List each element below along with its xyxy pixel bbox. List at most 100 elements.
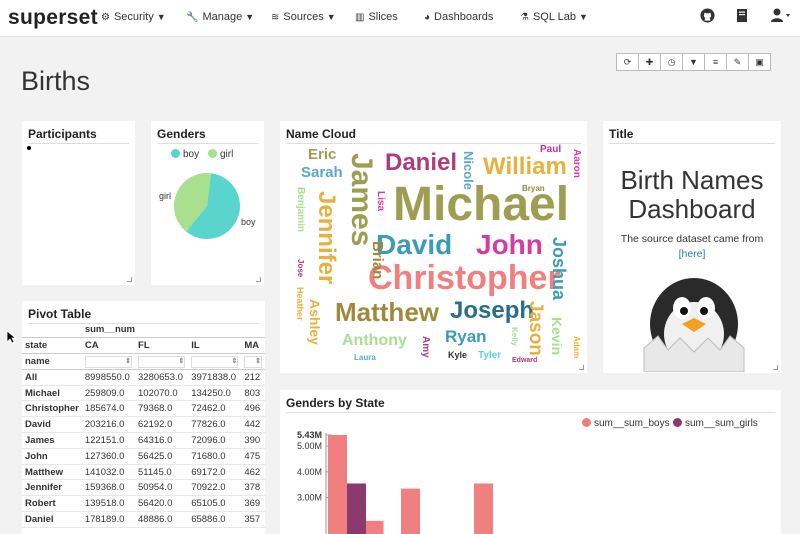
cloud-word: Benjamin <box>295 187 306 233</box>
edit-icon[interactable]: ✎ <box>726 53 749 71</box>
nav-dashboards[interactable]: ◕ Dashboards <box>424 11 493 23</box>
cell: 442 <box>241 416 265 434</box>
table-row: Christopher 185674.0 79368.0 72462.0 496 <box>22 400 265 418</box>
cloud-word: John <box>476 229 543 260</box>
bar-boys[interactable] <box>474 483 493 534</box>
cloud-word: Matthew <box>335 297 439 327</box>
cloud-word: David <box>376 229 453 260</box>
cell: 122151.0 <box>81 432 136 449</box>
row-name: Matthew <box>22 464 82 481</box>
cell: 462 <box>241 464 265 481</box>
genders-by-state-title: Genders by State <box>286 396 775 413</box>
source-link[interactable]: [here] <box>604 248 780 260</box>
bullet-marker <box>27 146 31 150</box>
cloud-word: Heather <box>295 287 305 321</box>
save-icon[interactable]: ▣ <box>748 53 771 71</box>
cell: 378 <box>241 479 265 497</box>
chevron-down-icon: ▼ <box>578 12 588 22</box>
cloud-word: Jose <box>296 259 305 278</box>
nav-sources[interactable]: ≋ Sources ▼ <box>271 11 336 23</box>
cloud-word: Anthony <box>342 332 407 349</box>
brand-logo[interactable]: superset <box>8 6 98 30</box>
dashboard-icon: ◕ <box>424 12 431 23</box>
cell: 390 <box>241 432 265 449</box>
pivot-row-header-row: name ⇕ ⇕ ⇕ ⇕ <box>22 353 265 370</box>
pivot-col-ca[interactable]: CA <box>81 337 136 355</box>
bar-girls[interactable] <box>347 483 366 534</box>
pivot-row-header-label: name <box>22 353 82 370</box>
pivot-col-ma[interactable]: MA <box>241 337 265 355</box>
legend-label: boy <box>183 149 200 160</box>
legend-label: girl <box>220 149 234 160</box>
cloud-word: Amy <box>420 336 431 358</box>
bar-boys[interactable] <box>364 520 384 534</box>
clock-icon[interactable]: ◷ <box>660 53 683 71</box>
nav-security[interactable]: ⚙ Security ▼ <box>101 11 166 23</box>
wrench-icon: 🔧 <box>186 12 199 23</box>
row-name: Robert <box>22 495 82 513</box>
cell: 139518.0 <box>81 495 136 513</box>
bar-boys[interactable] <box>328 435 347 534</box>
cell: 77826.0 <box>188 416 242 434</box>
cell: 8998550.0 <box>81 369 136 386</box>
pivot-col-header-label: state <box>22 337 82 355</box>
cloud-word: Paul <box>540 144 562 155</box>
cell: 48886.0 <box>135 511 189 528</box>
pivot-col-il[interactable]: IL <box>188 337 242 355</box>
css-icon[interactable]: ≡ <box>704 53 727 71</box>
cell: 50954.0 <box>135 479 189 497</box>
table-row: John 127360.0 56425.0 71680.0 475 <box>22 448 265 465</box>
legend-item-boy[interactable]: boy <box>171 149 199 160</box>
user-icon[interactable] <box>771 8 791 26</box>
sort-icon[interactable]: ⇕ <box>84 355 133 368</box>
penguin-mascot-icon <box>643 278 745 372</box>
cloud-word: Nicole <box>461 151 476 191</box>
refresh-icon[interactable]: ⟳ <box>616 53 639 71</box>
nav-sql-lab[interactable]: ⚗ SQL Lab ▼ <box>520 11 588 23</box>
resize-handle[interactable] <box>256 277 261 282</box>
genders-title: Genders <box>157 127 258 144</box>
resize-handle[interactable] <box>127 277 132 282</box>
filter-icon[interactable]: ▼ <box>682 53 705 71</box>
table-row: Daniel 178189.0 48886.0 65886.0 357 <box>22 511 265 528</box>
cell: 185674.0 <box>81 400 136 418</box>
cell: 496 <box>241 400 265 418</box>
sort-icon[interactable]: ⇕ <box>191 355 239 368</box>
sort-icon[interactable]: ⇕ <box>244 355 262 368</box>
legend-item-girl[interactable]: girl <box>208 149 233 160</box>
pivot-col-fl[interactable]: FL <box>135 337 189 355</box>
nav-manage[interactable]: 🔧 Manage ▼ <box>186 11 254 23</box>
pivot-metric-label: sum__num <box>81 322 265 339</box>
cell: 64316.0 <box>135 432 189 449</box>
nav-slices[interactable]: ▥ Slices <box>355 11 398 23</box>
resize-handle[interactable] <box>773 365 778 370</box>
table-row: All 8998550.0 3280653.0 3971838.0 212 <box>22 369 265 386</box>
row-name: John <box>22 448 82 465</box>
genders-by-state-chart: 5.43M5.00M 4.00M 3.00M <box>297 430 493 534</box>
github-icon[interactable] <box>700 8 715 26</box>
name-cloud: Eric Sarah Daniel William Paul Michael B… <box>280 141 587 373</box>
book-icon[interactable] <box>735 8 749 26</box>
dashboard-toolbar: ⟳ ✚ ◷ ▼ ≡ ✎ ▣ <box>616 53 771 71</box>
mouse-cursor-icon <box>6 330 16 344</box>
cloud-word: Kyle <box>448 350 468 360</box>
cell: 62192.0 <box>135 416 189 434</box>
nav-security-label: Security <box>113 11 154 23</box>
cloud-word: Jennifer <box>313 191 340 285</box>
cell: 127360.0 <box>81 448 136 465</box>
bar-boys[interactable] <box>401 488 420 534</box>
cloud-word: Laura <box>354 353 376 362</box>
cell: 803 <box>241 385 265 402</box>
cloud-word: Aaron <box>571 149 582 178</box>
table-row: David 203216.0 62192.0 77826.0 442 <box>22 416 265 434</box>
sort-icon[interactable]: ⇕ <box>138 355 186 368</box>
table-row: James 122151.0 64316.0 72096.0 390 <box>22 432 265 449</box>
markup-description: The source dataset came from <box>620 233 764 245</box>
row-name: All <box>22 369 82 386</box>
plus-icon[interactable]: ✚ <box>638 53 661 71</box>
cell: 72096.0 <box>188 432 242 449</box>
cloud-word: Edward <box>512 357 538 364</box>
cloud-word: Lisa <box>375 191 386 212</box>
cell: 212 <box>241 369 265 386</box>
cloud-word: James <box>345 153 378 247</box>
